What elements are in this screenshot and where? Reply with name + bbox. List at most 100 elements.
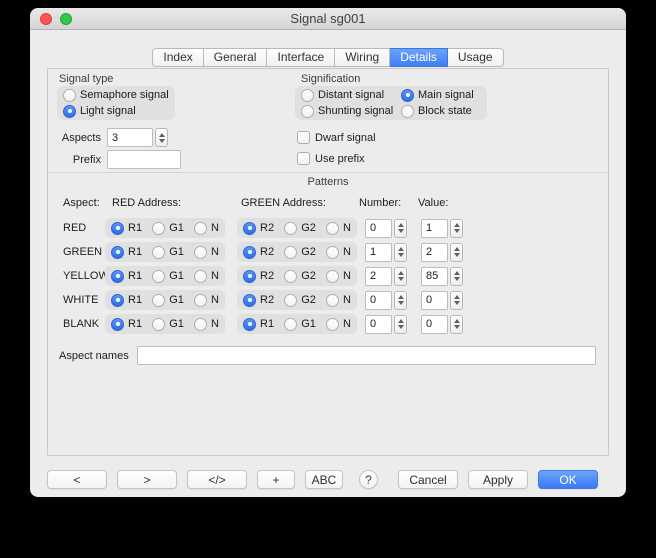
red-green-option-r2[interactable]: R2 — [243, 221, 274, 235]
white-green-option-g2[interactable]: G2 — [284, 293, 316, 307]
radio-icon — [243, 222, 256, 235]
green-green-address-group: R2 G2 N — [237, 242, 357, 262]
apply-button[interactable]: Apply — [468, 470, 528, 489]
yellow-red-option-g1[interactable]: G1 — [152, 269, 184, 283]
green-green-option-n[interactable]: N — [326, 245, 351, 259]
blank-green-option-g1[interactable]: G1 — [284, 317, 316, 331]
tab-details[interactable]: Details — [390, 48, 448, 67]
help-button[interactable]: ? — [359, 470, 378, 489]
yellow-red-option-n[interactable]: N — [194, 269, 219, 283]
red-red-option-r1[interactable]: R1 — [111, 221, 142, 235]
green-number-field[interactable]: 1 — [365, 243, 392, 262]
tab-index[interactable]: Index — [152, 48, 203, 67]
radio-label: N — [343, 222, 351, 234]
red-green-option-n[interactable]: N — [326, 221, 351, 235]
green-value-field[interactable]: 2 — [421, 243, 448, 262]
signal-type-option-semaphore-signal[interactable]: Semaphore signal — [63, 88, 169, 102]
red-red-option-n[interactable]: N — [194, 221, 219, 235]
white-red-option-n[interactable]: N — [194, 293, 219, 307]
yellow-red-option-r1[interactable]: R1 — [111, 269, 142, 283]
green-red-option-n[interactable]: N — [194, 245, 219, 259]
red-value-field[interactable]: 1 — [421, 219, 448, 238]
checkbox-dwarf-signal[interactable]: Dwarf signal — [297, 131, 376, 144]
signification-option-shunting-signal[interactable]: Shunting signal — [301, 104, 401, 118]
add-button[interactable]: + — [257, 470, 295, 489]
checkbox-use-prefix[interactable]: Use prefix — [297, 152, 376, 165]
blank-green-option-n[interactable]: N — [326, 317, 351, 331]
white-value-field[interactable]: 0 — [421, 291, 448, 310]
yellow-green-option-r2[interactable]: R2 — [243, 269, 274, 283]
signal-type-group: Semaphore signal Light signal — [57, 86, 175, 120]
yellow-value-stepper[interactable] — [450, 267, 463, 286]
red-red-option-g1[interactable]: G1 — [152, 221, 184, 235]
blank-number-stepper[interactable] — [394, 315, 407, 334]
close-button[interactable] — [40, 13, 52, 25]
white-green-option-n[interactable]: N — [326, 293, 351, 307]
green-red-option-r1[interactable]: R1 — [111, 245, 142, 259]
prefix-input[interactable] — [107, 150, 181, 169]
blank-value-field[interactable]: 0 — [421, 315, 448, 334]
signification-option-block-state[interactable]: Block state — [401, 104, 481, 118]
radio-label: Distant signal — [318, 89, 384, 101]
radio-icon — [194, 222, 207, 235]
code-button[interactable]: </> — [187, 470, 247, 489]
blank-number-field[interactable]: 0 — [365, 315, 392, 334]
blank-red-option-g1[interactable]: G1 — [152, 317, 184, 331]
titlebar[interactable]: Signal sg001 — [30, 8, 626, 30]
yellow-green-option-n[interactable]: N — [326, 269, 351, 283]
green-red-option-g1[interactable]: G1 — [152, 245, 184, 259]
blank-value-stepper[interactable] — [450, 315, 463, 334]
red-number-stepper[interactable] — [394, 219, 407, 238]
radio-label: N — [211, 270, 219, 282]
prev-button[interactable]: < — [47, 470, 107, 489]
aspects-stepper[interactable] — [155, 128, 168, 147]
aspect-names-input[interactable] — [137, 346, 596, 365]
ok-button[interactable]: OK — [538, 470, 598, 489]
signification-option-distant-signal[interactable]: Distant signal — [301, 88, 401, 102]
yellow-value-field[interactable]: 85 — [421, 267, 448, 286]
radio-label: R1 — [128, 318, 142, 330]
white-green-option-r2[interactable]: R2 — [243, 293, 274, 307]
yellow-green-option-g2[interactable]: G2 — [284, 269, 316, 283]
signal-type-label: Signal type — [59, 73, 113, 85]
yellow-number-field[interactable]: 2 — [365, 267, 392, 286]
red-value-stepper[interactable] — [450, 219, 463, 238]
radio-label: R1 — [128, 222, 142, 234]
blank-red-option-r1[interactable]: R1 — [111, 317, 142, 331]
signification-option-main-signal[interactable]: Main signal — [401, 88, 481, 102]
blank-red-option-n[interactable]: N — [194, 317, 219, 331]
stepper-up-icon — [454, 319, 460, 323]
radio-label: N — [211, 222, 219, 234]
tab-usage[interactable]: Usage — [448, 48, 504, 67]
white-red-option-r1[interactable]: R1 — [111, 293, 142, 307]
radio-icon — [152, 318, 165, 331]
red-green-option-g2[interactable]: G2 — [284, 221, 316, 235]
zoom-button[interactable] — [60, 13, 72, 25]
radio-icon — [243, 294, 256, 307]
blank-number: 0 — [365, 315, 407, 334]
white-number-field[interactable]: 0 — [365, 291, 392, 310]
radio-icon — [284, 318, 297, 331]
abc-button[interactable]: ABC — [305, 470, 343, 489]
red-number-field[interactable]: 0 — [365, 219, 392, 238]
cancel-button[interactable]: Cancel — [398, 470, 458, 489]
green-green-option-g2[interactable]: G2 — [284, 245, 316, 259]
next-button[interactable]: > — [117, 470, 177, 489]
blank-green-option-r1[interactable]: R1 — [243, 317, 274, 331]
red-number: 0 — [365, 219, 407, 238]
radio-icon — [111, 294, 124, 307]
white-red-option-g1[interactable]: G1 — [152, 293, 184, 307]
green-value-stepper[interactable] — [450, 243, 463, 262]
tab-wiring[interactable]: Wiring — [335, 48, 390, 67]
white-value-stepper[interactable] — [450, 291, 463, 310]
signal-type-option-light-signal[interactable]: Light signal — [63, 104, 169, 118]
yellow-number-stepper[interactable] — [394, 267, 407, 286]
white-number-stepper[interactable] — [394, 291, 407, 310]
pattern-row-red: REDR1G1NR2G2N01 — [63, 216, 463, 240]
green-green-option-r2[interactable]: R2 — [243, 245, 274, 259]
tab-general[interactable]: General — [204, 48, 268, 67]
tab-interface[interactable]: Interface — [267, 48, 335, 67]
aspects-field[interactable]: 3 — [107, 128, 153, 147]
white-green-address-group: R2 G2 N — [237, 290, 357, 310]
green-number-stepper[interactable] — [394, 243, 407, 262]
